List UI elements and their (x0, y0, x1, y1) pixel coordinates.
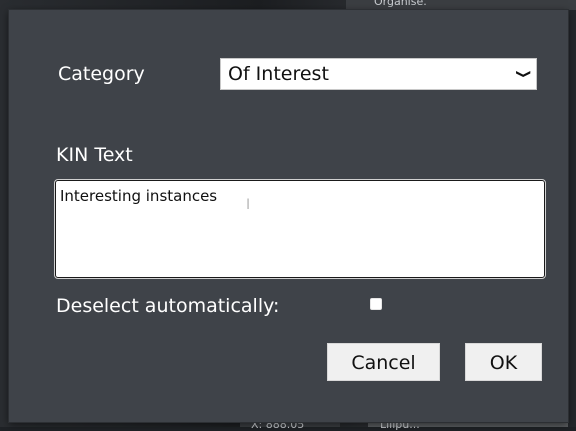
chevron-down-icon: ❯ (515, 69, 533, 79)
kin-text-value: Interesting instances (60, 187, 218, 205)
background-text-top: Organise. (374, 0, 427, 8)
category-select[interactable]: Of Interest ❯ (220, 58, 537, 90)
text-cursor-icon: I (246, 197, 251, 213)
ok-button[interactable]: OK (465, 343, 542, 381)
deselect-automatically-checkbox[interactable] (370, 298, 382, 310)
deselect-automatically-label: Deselect automatically: (56, 295, 280, 317)
category-select-value: Of Interest (228, 63, 329, 85)
kin-text-label: KIN Text (56, 144, 133, 166)
cancel-button[interactable]: Cancel (327, 343, 440, 381)
category-label: Category (58, 63, 145, 85)
kin-text-dialog: Category Of Interest ❯ KIN Text Interest… (9, 10, 568, 422)
kin-text-input[interactable]: Interesting instances (54, 179, 546, 279)
